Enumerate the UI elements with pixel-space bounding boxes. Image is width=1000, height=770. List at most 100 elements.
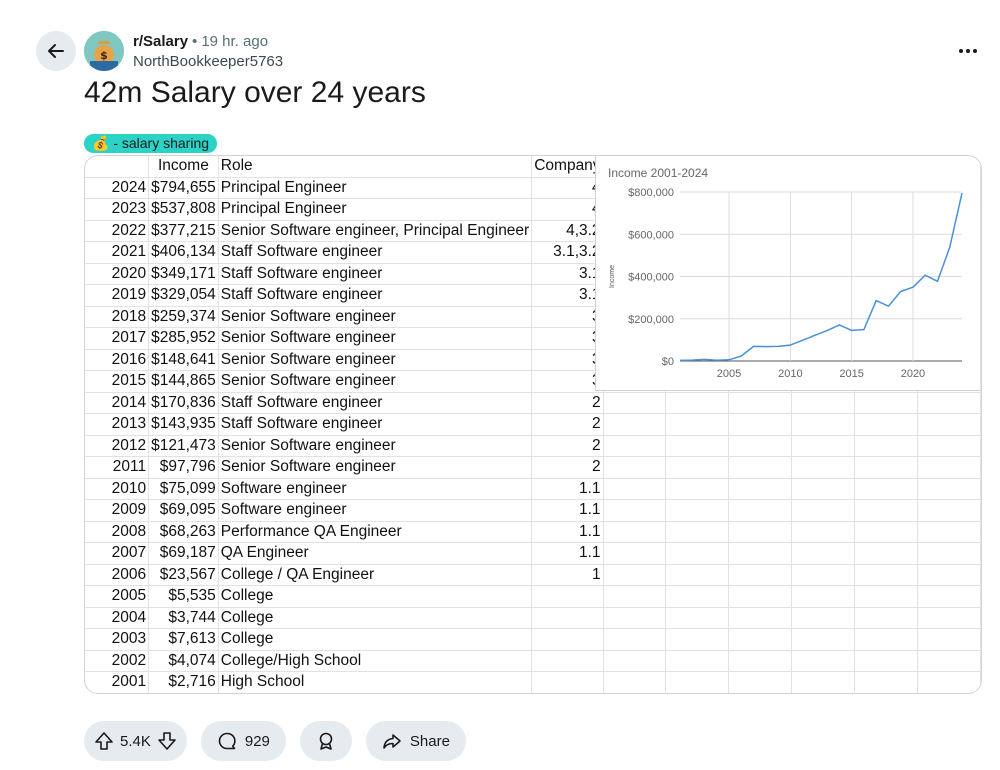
empty-cell: [917, 585, 981, 608]
empty-cell: [917, 435, 981, 457]
row-year: 2018: [85, 306, 150, 328]
row-year: 2003: [85, 628, 150, 651]
back-button[interactable]: [36, 31, 76, 71]
row-company: 4,3.2: [531, 220, 604, 242]
row-role: Performance QA Engineer: [218, 521, 533, 543]
row-year: [85, 156, 150, 178]
post-image[interactable]: Income Role Company 2024 $794,655 Principal E…: [84, 155, 982, 694]
share-button[interactable]: Share: [365, 721, 466, 761]
row-role: Senior Software engineer: [218, 435, 533, 457]
row-role: College: [218, 628, 533, 651]
empty-cell: [791, 521, 856, 543]
row-company: 2: [531, 435, 604, 457]
empty-cell: [917, 456, 981, 479]
empty-cell: [603, 564, 667, 586]
empty-cell: [917, 564, 981, 586]
empty-cell: [665, 607, 730, 629]
more-options-button[interactable]: [956, 44, 980, 58]
row-income: $121,473: [148, 435, 219, 457]
row-company: 2: [531, 413, 604, 436]
empty-cell: [917, 392, 981, 414]
empty-cell: [603, 585, 667, 608]
table-row: 2009 $69,095 Software engineer 1.1: [85, 499, 981, 522]
row-income: $170,836: [148, 392, 219, 414]
row-income: $4,074: [148, 650, 219, 672]
empty-cell: [854, 628, 919, 651]
row-company: [531, 628, 604, 651]
svg-text:$: $: [100, 49, 108, 62]
more-dot-icon: [966, 49, 970, 53]
empty-cell: [603, 456, 667, 479]
row-income: $406,134: [148, 241, 219, 264]
empty-cell: [728, 585, 793, 608]
table-row: 2014 $170,836 Staff Software engineer 2: [85, 392, 981, 414]
empty-cell: [917, 542, 981, 565]
table-row: 2011 $97,796 Senior Software engineer 2: [85, 456, 981, 479]
row-company: 1.1: [531, 478, 604, 500]
row-income: $7,613: [148, 628, 219, 651]
row-company: 3.1,3.2: [531, 241, 604, 264]
row-year: 2020: [85, 263, 150, 285]
row-year: 2009: [85, 499, 150, 522]
arrow-left-icon: [48, 44, 64, 58]
comments-button[interactable]: 929: [200, 721, 286, 761]
row-year: 2007: [85, 542, 150, 565]
row-company: [531, 585, 604, 608]
empty-cell: [854, 413, 919, 436]
row-year: 2005: [85, 585, 150, 608]
empty-cell: [665, 671, 730, 693]
post-flair[interactable]: 💰 - salary sharing: [84, 134, 218, 153]
empty-cell: [603, 478, 667, 500]
row-year: 2015: [85, 370, 150, 393]
empty-cell: [665, 478, 730, 500]
row-year: 2017: [85, 327, 150, 350]
empty-cell: [665, 542, 730, 565]
row-income: $148,641: [148, 349, 219, 371]
empty-cell: [603, 607, 667, 629]
empty-cell: [728, 499, 793, 522]
row-company: 3.1: [531, 284, 604, 307]
empty-cell: [728, 521, 793, 543]
empty-cell: [603, 435, 667, 457]
row-year: 2011: [85, 456, 150, 479]
row-income: $69,187: [148, 542, 219, 565]
empty-cell: [665, 628, 730, 651]
empty-cell: [665, 499, 730, 522]
table-row: 2006 $23,567 College / QA Engineer 1: [85, 564, 981, 586]
table-row: 2013 $143,935 Staff Software engineer 2: [85, 413, 981, 436]
empty-cell: [854, 478, 919, 500]
subreddit-avatar[interactable]: $: [84, 31, 124, 71]
row-income: $3,744: [148, 607, 219, 629]
empty-cell: [603, 650, 667, 672]
subreddit-link[interactable]: r/Salary: [133, 33, 188, 50]
empty-cell: [917, 607, 981, 629]
empty-cell: [665, 521, 730, 543]
empty-cell: [791, 585, 856, 608]
empty-cell: [917, 413, 981, 436]
y-tick-label: $0: [662, 356, 674, 368]
x-tick-label: 2005: [717, 368, 741, 380]
row-role: Staff Software engineer: [218, 413, 533, 436]
upvote-button[interactable]: [94, 731, 114, 751]
row-company: 3: [531, 349, 604, 371]
row-year: 2004: [85, 607, 150, 629]
separator-dot: •: [192, 33, 198, 50]
empty-cell: [728, 392, 793, 414]
post-title: 42m Salary over 24 years: [84, 76, 426, 109]
empty-cell: [791, 671, 856, 693]
empty-cell: [854, 671, 919, 693]
empty-cell: [854, 564, 919, 586]
row-year: 2024: [85, 177, 150, 199]
author-link[interactable]: NorthBookkeeper5763: [133, 53, 283, 70]
empty-cell: [603, 499, 667, 522]
downvote-button[interactable]: [157, 731, 177, 751]
row-role: High School: [218, 671, 533, 693]
row-role: Software engineer: [218, 499, 533, 522]
empty-cell: [791, 413, 856, 436]
row-year: 2010: [85, 478, 150, 500]
empty-cell: [854, 607, 919, 629]
empty-cell: [728, 671, 793, 693]
empty-cell: [791, 628, 856, 651]
award-button[interactable]: [299, 721, 352, 761]
row-year: 2013: [85, 413, 150, 436]
